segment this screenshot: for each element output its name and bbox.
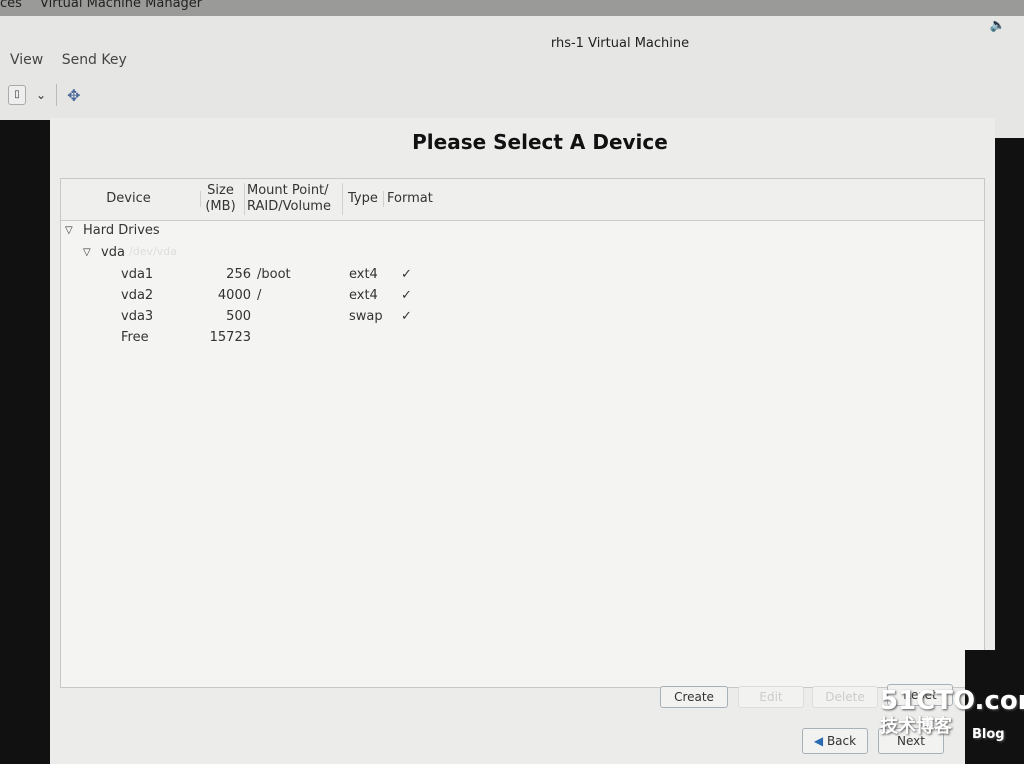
cell-type: ext4	[349, 288, 378, 303]
console-border-left	[0, 120, 50, 764]
toolbar-separator	[56, 84, 58, 106]
toolbar: ▯ ⌄ ✥	[8, 84, 80, 106]
disk-name: vda	[101, 245, 125, 260]
group-label: Hard Drives	[83, 223, 160, 238]
col-type[interactable]: Type	[348, 191, 384, 207]
back-label: Back	[826, 734, 857, 748]
watermark-logo: 51CTO.com技术博客Blog	[880, 686, 1024, 742]
system-top-bar: ces Virtual Machine Manager	[0, 0, 1024, 16]
page-title: Please Select A Device	[412, 130, 668, 154]
cell-format: ✓	[401, 267, 412, 282]
cell-mount: /boot	[257, 267, 291, 282]
partition-row[interactable]: vda1 256/boot ext4 ✓	[61, 267, 461, 287]
col-mount[interactable]: Mount Point/ RAID/Volume	[247, 183, 343, 215]
partition-row[interactable]: vda2 4000 / ext4 ✓	[61, 288, 461, 308]
app-name[interactable]: Virtual Machine Manager	[40, 0, 202, 10]
console-icon[interactable]: ▯	[8, 85, 26, 105]
disk-path: /dev/vda	[129, 245, 177, 258]
partition-row[interactable]: vda3 500 swap ✓	[61, 309, 461, 329]
menu-send-key[interactable]: Send Key	[62, 52, 127, 68]
cell-size: 4000	[217, 288, 251, 303]
back-button[interactable]: ◀ Back	[802, 728, 868, 754]
cell-size: 15723	[209, 330, 251, 345]
create-button[interactable]: Create	[660, 686, 728, 708]
cell-mount: /	[257, 288, 262, 303]
table-header: Device Size (MB) Mount Point/ RAID/Volum…	[61, 179, 984, 221]
chevron-down-icon[interactable]: ⌄	[36, 88, 46, 102]
delete-button[interactable]: Delete	[812, 686, 878, 708]
cell-type: swap	[349, 309, 383, 324]
expander-down-icon[interactable]: ▽	[83, 247, 91, 258]
cell-size: 500	[226, 309, 251, 324]
fullscreen-icon[interactable]: ✥	[67, 86, 80, 105]
cell-device: vda2	[121, 288, 154, 303]
speaker-icon[interactable]: 🔈	[990, 18, 1006, 33]
cell-device: vda3	[121, 309, 154, 324]
menu-view[interactable]: View	[10, 52, 43, 68]
menu-bar: View Send Key	[10, 52, 141, 68]
cell-device: vda1	[121, 267, 154, 282]
activities-label[interactable]: ces	[0, 0, 22, 10]
cell-format: ✓	[401, 309, 412, 324]
cell-size: 256	[226, 267, 251, 282]
cell-type: ext4	[349, 267, 378, 282]
edit-button[interactable]: Edit	[738, 686, 804, 708]
col-size[interactable]: Size (MB)	[201, 183, 245, 215]
installer-screen: Please Select A Device Device Size (MB) …	[50, 118, 995, 764]
back-arrow-icon: ◀	[813, 734, 824, 748]
cell-format: ✓	[401, 288, 412, 303]
expander-down-icon[interactable]: ▽	[65, 225, 73, 236]
col-device[interactable]: Device	[61, 191, 201, 207]
partition-row[interactable]: Free 15723	[61, 330, 461, 350]
window-title: rhs-1 Virtual Machine	[550, 36, 690, 51]
device-tree[interactable]: Device Size (MB) Mount Point/ RAID/Volum…	[60, 178, 985, 688]
cell-device: Free	[121, 330, 149, 345]
col-format[interactable]: Format	[387, 191, 437, 207]
